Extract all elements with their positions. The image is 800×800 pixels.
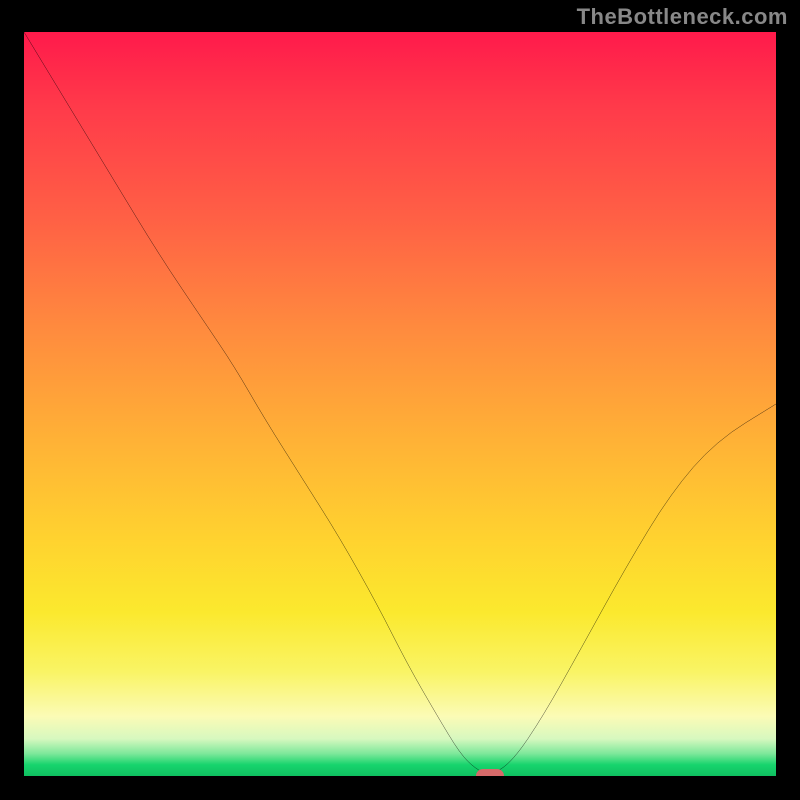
- bottleneck-curve: [24, 32, 776, 776]
- watermark-text: TheBottleneck.com: [577, 4, 788, 30]
- chart-frame: TheBottleneck.com: [0, 0, 800, 800]
- plot-area: [24, 32, 776, 776]
- optimal-marker: [476, 769, 504, 776]
- curve-path: [24, 32, 776, 774]
